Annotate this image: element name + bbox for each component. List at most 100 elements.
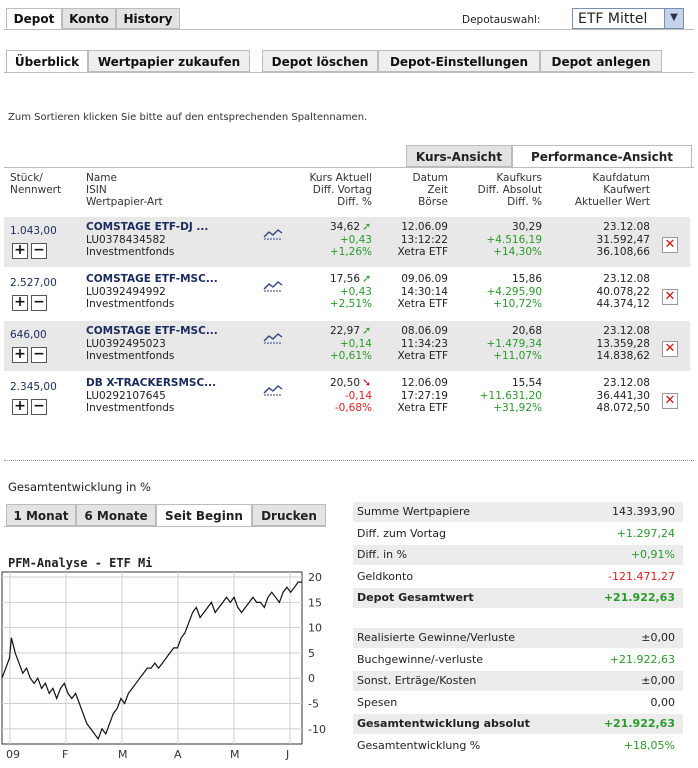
security-name-link[interactable]: COMSTAGE ETF-MSC... xyxy=(86,325,218,337)
summary-label: Sonst. Erträge/Kosten xyxy=(357,674,477,687)
price-current: 22,97 xyxy=(329,325,360,337)
table-row: 646,00 + − COMSTAGE ETF-MSC... LU0392495023 I… xyxy=(4,321,690,371)
col-header-price[interactable]: Kurs Aktuell Diff. Vortag Diff. % xyxy=(290,172,372,208)
chart-icon[interactable] xyxy=(262,279,284,293)
col-header-date[interactable]: Datum Zeit Börse xyxy=(386,172,448,208)
subtab-depot-einstellungen[interactable]: Depot-Einstellungen xyxy=(378,50,540,72)
delete-position-button[interactable]: ✕ xyxy=(662,237,678,253)
tab-depot[interactable]: Depot xyxy=(6,8,62,29)
chart-icon[interactable] xyxy=(262,383,284,397)
quote-date: 08.06.09 xyxy=(401,325,448,337)
isin: LU0292107645 xyxy=(86,390,166,402)
chart-icon[interactable] xyxy=(262,227,284,241)
arrow-up-icon: ➚ xyxy=(362,324,372,337)
security-type: Investmentfonds xyxy=(86,402,175,414)
table-row: 2.345,00 + − DB X-TRACKERSMSC... LU029210764… xyxy=(4,373,690,423)
buy-date: 23.12.08 xyxy=(603,221,650,233)
subtab-ueberblick[interactable]: Überblick xyxy=(6,50,88,72)
quote-time: 11:34:23 xyxy=(400,338,448,350)
quote-time: 13:12:22 xyxy=(400,234,448,246)
price-current: 34,62 xyxy=(329,221,360,233)
buy-date: 23.12.08 xyxy=(603,325,650,337)
decrease-button[interactable]: − xyxy=(31,295,47,311)
y-tick-label: 15 xyxy=(308,596,322,609)
isin: LU0392495023 xyxy=(86,338,166,350)
tab-konto[interactable]: Konto xyxy=(62,8,116,29)
summary-label: Spesen xyxy=(357,695,398,709)
delete-position-button[interactable]: ✕ xyxy=(662,393,678,409)
increase-button[interactable]: + xyxy=(12,295,28,311)
summary-label: Gesamtentwicklung % xyxy=(357,738,481,752)
summary-row: Summe Wertpapiere 143.393,90 xyxy=(353,502,683,522)
qty-value: 1.043,00 xyxy=(10,225,57,237)
security-name-link[interactable]: COMSTAGE ETF-MSC... xyxy=(86,273,218,285)
col-header-buyprice[interactable]: Kaufkurs Diff. Absolut Diff. % xyxy=(458,172,542,208)
table-row: 2.527,00 + − COMSTAGE ETF-MSC... LU039249499… xyxy=(4,269,690,319)
security-name-link[interactable]: DB X-TRACKERSMSC... xyxy=(86,377,216,389)
y-tick-label: -10 xyxy=(308,723,326,736)
subtab-wertpapier-zukaufen[interactable]: Wertpapier zukaufen xyxy=(88,50,250,72)
arrow-up-icon: ➚ xyxy=(362,272,372,285)
summary-value: +18,05% xyxy=(623,738,675,752)
summary-row: Geldkonto -121.471,27 xyxy=(353,567,683,587)
diff-vortag-pct: +0,61% xyxy=(329,350,372,362)
x-tick-label: M xyxy=(230,748,240,761)
chart-frame xyxy=(1,571,303,745)
tab-kurs-ansicht[interactable]: Kurs-Ansicht xyxy=(406,145,512,167)
summary-row: Diff. in % +0,91% xyxy=(353,545,683,565)
abs-diff-pct: +14,30% xyxy=(493,246,542,258)
chevron-down-icon[interactable]: ▼ xyxy=(664,9,683,28)
quote-date: 09.06.09 xyxy=(401,273,448,285)
arrow-down-icon: ➘ xyxy=(362,376,372,389)
y-tick-label: 10 xyxy=(308,622,322,635)
col-header-buydate[interactable]: Kaufdatum Kaufwert Aktueller Wert xyxy=(552,172,650,208)
increase-button[interactable]: + xyxy=(12,399,28,415)
tab-period-drucken[interactable]: Drucken xyxy=(252,504,326,526)
col-header-qty[interactable]: Stück/Nennwert xyxy=(10,172,61,196)
diff-vortag-pct: -0,68% xyxy=(334,402,372,414)
summary-row: Sonst. Erträge/Kosten ±0,00 xyxy=(353,671,683,691)
subtab-depot-anlegen[interactable]: Depot anlegen xyxy=(540,50,662,72)
summary-value: +1.297,24 xyxy=(616,526,675,540)
qty-value: 2.527,00 xyxy=(10,277,57,289)
tab-period-1-monat[interactable]: 1 Monat xyxy=(6,504,76,526)
increase-button[interactable]: + xyxy=(12,347,28,363)
summary-value: 0,00 xyxy=(650,695,676,709)
summary-value: 143.393,90 xyxy=(612,505,675,518)
decrease-button[interactable]: − xyxy=(31,399,47,415)
table-row: 1.043,00 + − COMSTAGE ETF-DJ ... LU037843458… xyxy=(4,217,690,267)
decrease-button[interactable]: − xyxy=(31,243,47,259)
quote-date: 12.06.09 xyxy=(401,377,448,389)
summary-value: +21.922,63 xyxy=(603,717,675,730)
abs-diff: +4.295,90 xyxy=(486,286,542,298)
buy-price: 15,54 xyxy=(511,377,542,389)
buy-date: 23.12.08 xyxy=(603,377,650,389)
decrease-button[interactable]: − xyxy=(31,347,47,363)
sort-hint: Zum Sortieren klicken Sie bitte auf den … xyxy=(8,112,368,123)
summary-row: Buchgewinne/-verluste +21.922,63 xyxy=(353,650,683,670)
security-name-link[interactable]: COMSTAGE ETF-DJ ... xyxy=(86,221,208,233)
y-tick-label: 0 xyxy=(308,672,315,685)
chart-icon[interactable] xyxy=(262,331,284,345)
subtab-depot-loeschen[interactable]: Depot löschen xyxy=(262,50,378,72)
qty-value: 2.345,00 xyxy=(10,381,57,393)
current-value: 14.838,62 xyxy=(596,350,650,362)
tab-performance-ansicht[interactable]: Performance-Ansicht xyxy=(512,145,692,167)
x-tick-label: J xyxy=(285,748,289,761)
buy-date: 23.12.08 xyxy=(603,273,650,285)
period-rule xyxy=(4,526,326,527)
summary-label: Buchgewinne/-verluste xyxy=(357,652,484,666)
delete-position-button[interactable]: ✕ xyxy=(662,341,678,357)
col-header-name[interactable]: Name ISIN Wertpapier-Art xyxy=(86,172,163,208)
tab-period-seit-beginn[interactable]: Seit Beginn xyxy=(156,504,252,526)
security-type: Investmentfonds xyxy=(86,350,175,362)
tab-history[interactable]: History xyxy=(116,8,180,29)
delete-position-button[interactable]: ✕ xyxy=(662,289,678,305)
diff-vortag: +0,14 xyxy=(339,338,372,350)
exchange: Xetra ETF xyxy=(397,402,448,414)
diff-vortag-pct: +2,51% xyxy=(329,298,372,310)
depot-select[interactable]: ETF Mittel ▼ xyxy=(572,8,684,29)
increase-button[interactable]: + xyxy=(12,243,28,259)
tab-period-6-monate[interactable]: 6 Monate xyxy=(76,504,156,526)
buy-value: 40.078,22 xyxy=(596,286,650,298)
